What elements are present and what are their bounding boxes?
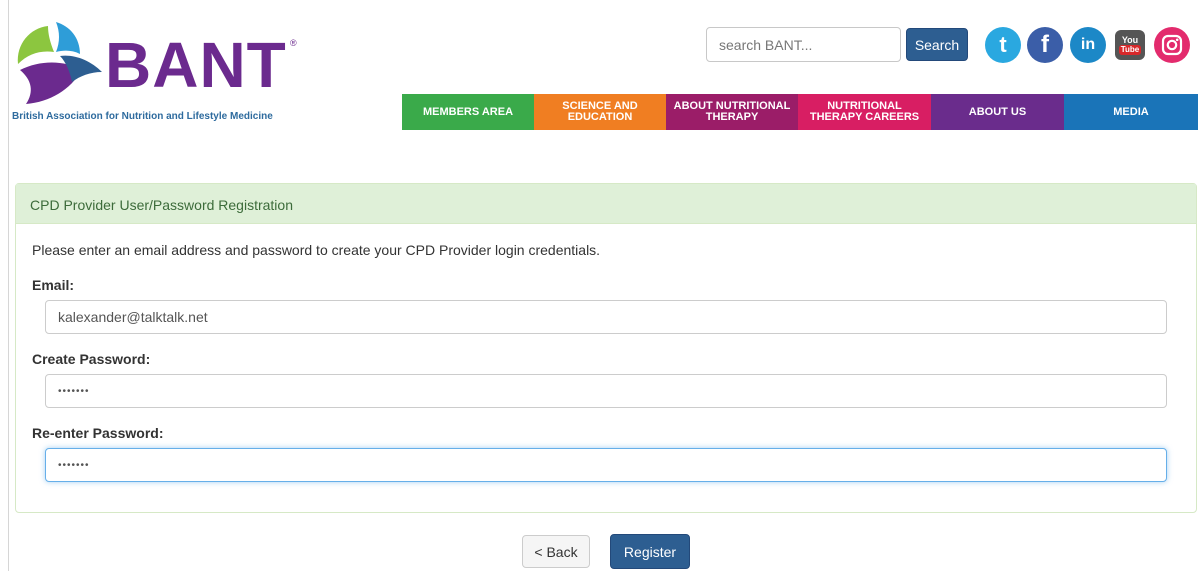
intro-text: Please enter an email address and passwo… bbox=[32, 242, 601, 258]
youtube-you-text: You bbox=[1121, 35, 1139, 45]
youtube-icon[interactable]: You Tube bbox=[1112, 27, 1148, 63]
linkedin-icon[interactable]: in bbox=[1070, 27, 1106, 63]
facebook-icon[interactable]: f bbox=[1027, 27, 1063, 63]
logo-tagline: British Association for Nutrition and Li… bbox=[12, 111, 273, 122]
instagram-glyph bbox=[1161, 34, 1183, 56]
logo-registered-mark: ® bbox=[290, 38, 297, 48]
registration-panel: CPD Provider User/Password Registration … bbox=[15, 183, 1197, 513]
page-border bbox=[8, 0, 9, 571]
main-nav: MEMBERS AREA SCIENCE AND EDUCATION ABOUT… bbox=[402, 94, 1198, 130]
search-button[interactable]: Search bbox=[906, 28, 968, 61]
instagram-icon[interactable] bbox=[1154, 27, 1190, 63]
nav-media[interactable]: MEDIA bbox=[1064, 94, 1198, 130]
reenter-password-field[interactable] bbox=[45, 448, 1167, 482]
email-field[interactable] bbox=[45, 300, 1167, 334]
nav-nutritional-therapy-careers[interactable]: NUTRITIONAL THERAPY CAREERS bbox=[798, 94, 931, 130]
youtube-tube-text: Tube bbox=[1118, 45, 1142, 55]
register-button[interactable]: Register bbox=[610, 534, 690, 569]
create-password-label: Create Password: bbox=[32, 351, 151, 367]
bant-leaf-icon bbox=[17, 22, 102, 104]
nav-about-nutritional-therapy[interactable]: ABOUT NUTRITIONAL THERAPY bbox=[666, 94, 798, 130]
panel-title: CPD Provider User/Password Registration bbox=[16, 184, 1196, 224]
nav-science-and-education[interactable]: SCIENCE AND EDUCATION bbox=[534, 94, 666, 130]
bant-logo[interactable]: BANT ® British Association for Nutrition… bbox=[10, 20, 300, 130]
logo-wordmark: BANT bbox=[105, 29, 287, 101]
twitter-icon[interactable]: t bbox=[985, 27, 1021, 63]
youtube-badge: You Tube bbox=[1115, 30, 1145, 60]
email-label: Email: bbox=[32, 277, 75, 293]
nav-members-area[interactable]: MEMBERS AREA bbox=[402, 94, 534, 130]
create-password-field[interactable] bbox=[45, 374, 1167, 408]
search-input[interactable] bbox=[706, 27, 901, 62]
reenter-password-label: Re-enter Password: bbox=[32, 425, 164, 441]
nav-about-us[interactable]: ABOUT US bbox=[931, 94, 1064, 130]
back-button[interactable]: < Back bbox=[522, 535, 590, 568]
